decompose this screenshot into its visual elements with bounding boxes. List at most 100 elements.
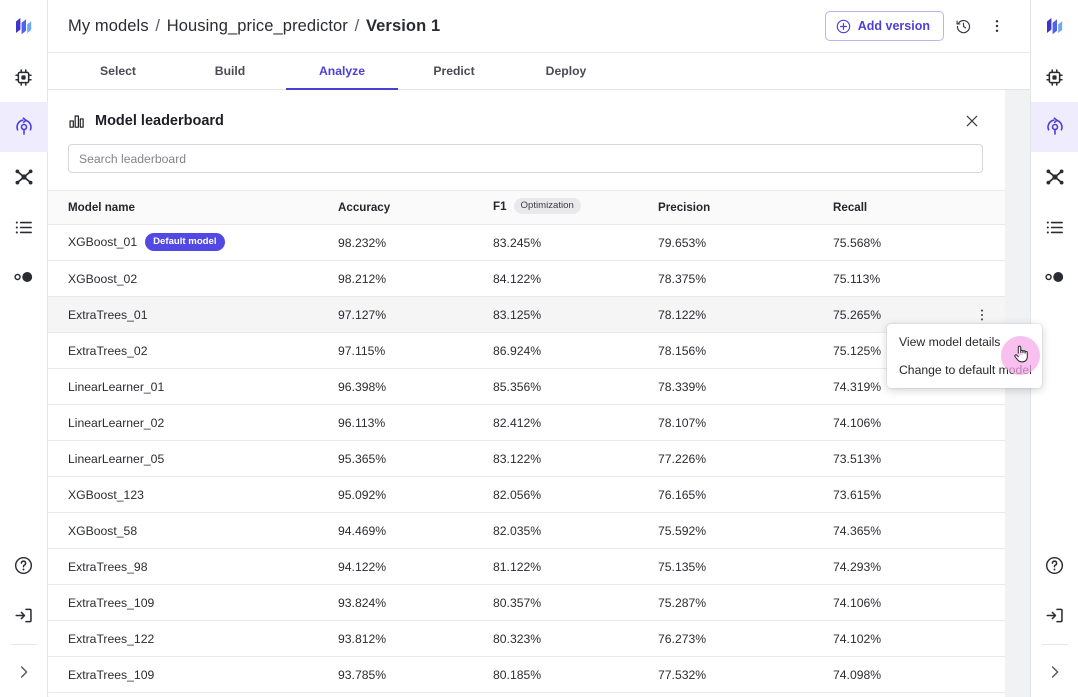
header-more-button[interactable]: [982, 11, 1012, 41]
sidebar-item-signout[interactable]: [0, 590, 48, 640]
chevron-right-icon: [16, 664, 32, 680]
cell-model-name: XGBoost_123: [48, 476, 338, 513]
add-version-button[interactable]: Add version: [824, 11, 944, 41]
table-row[interactable]: LinearLearner_01 96.398% 85.356% 78.339% 74.…: [48, 368, 1005, 405]
cell-model-name: ExtraTrees_01: [48, 296, 338, 333]
cell-accuracy: 97.127%: [338, 296, 493, 333]
model-leaderboard-panel: Model leaderboard Search leaderboard Mod…: [48, 90, 1005, 697]
leaderboard-table-container[interactable]: Model name Accuracy F1 Optimization Precisio…: [48, 190, 1005, 697]
tab-analyze[interactable]: Analyze: [286, 53, 398, 90]
model-deploy-icon: [13, 116, 35, 138]
model-deploy-icon: [1044, 116, 1066, 138]
search-row: [48, 132, 1005, 173]
sidebar-item-datasets[interactable]: [0, 202, 48, 252]
page-header: My models / Housing_price_predictor / Ve…: [48, 0, 1030, 53]
cell-actions: [963, 260, 1005, 297]
context-menu-item-change-to-default-model[interactable]: Change to default model: [887, 356, 1042, 384]
sidebar-item-experiments[interactable]: [1031, 252, 1078, 302]
tab-predict[interactable]: Predict: [398, 53, 510, 89]
cell-accuracy: 98.232%: [338, 224, 493, 261]
cell-recall: 73.513%: [833, 440, 963, 477]
cell-precision: 76.273%: [658, 620, 833, 657]
sidebar-item-help[interactable]: [1031, 540, 1078, 590]
rail-divider: [10, 644, 37, 645]
cell-precision: 77.532%: [658, 656, 833, 693]
cell-accuracy: 93.812%: [338, 620, 493, 657]
column-header-f1[interactable]: F1 Optimization: [493, 190, 658, 225]
kebab-menu-icon: [975, 308, 989, 322]
cell-actions: [963, 404, 1005, 441]
cell-precision: 75.287%: [658, 584, 833, 621]
sidebar-item-models[interactable]: [1030, 102, 1078, 152]
breadcrumb-version: Version 1: [365, 16, 441, 35]
row-menu-button[interactable]: [971, 304, 993, 326]
cell-actions: [963, 224, 1005, 261]
sidebar-item-expand[interactable]: [1031, 647, 1078, 697]
breadcrumb: My models / Housing_price_predictor / Ve…: [68, 17, 440, 36]
sidebar-item-pipelines[interactable]: [0, 152, 48, 202]
sidebar-item-compute[interactable]: [0, 52, 48, 102]
rail-divider: [1041, 644, 1068, 645]
model-name-text: ExtraTrees_109: [68, 667, 155, 682]
table-row[interactable]: LinearLearner_02 96.113% 82.412% 78.107% 74.…: [48, 404, 1005, 441]
model-name-text: ExtraTrees_01: [68, 307, 148, 322]
table-row[interactable]: ExtraTrees_02 97.115% 86.924% 78.156% 75.125…: [48, 332, 1005, 369]
version-history-button[interactable]: [948, 11, 978, 41]
table-row[interactable]: LinearLearner_05 95.365% 83.122% 77.226% 73.…: [48, 440, 1005, 477]
cell-precision: 78.107%: [658, 404, 833, 441]
tab-label: Analyze: [318, 64, 366, 78]
sidebar-item-help[interactable]: [0, 540, 48, 590]
table-row[interactable]: ExtraTrees_109 93.785% 80.185% 77.532% 74.09…: [48, 656, 1005, 693]
model-name-text: ExtraTrees_98: [68, 559, 148, 574]
breadcrumb-root[interactable]: My models: [68, 17, 149, 35]
column-header-recall[interactable]: Recall: [833, 190, 963, 225]
table-row[interactable]: ExtraTrees_122 93.812% 80.323% 76.273% 74.10…: [48, 620, 1005, 657]
plus-circle-icon: [836, 19, 851, 34]
row-context-menu[interactable]: View model details Change to default mode…: [887, 324, 1042, 388]
close-panel-button[interactable]: [961, 110, 983, 132]
tab-deploy[interactable]: Deploy: [510, 53, 622, 89]
sidebar-item-expand[interactable]: [0, 647, 48, 697]
history-clock-icon: [955, 18, 972, 35]
cell-actions: [963, 476, 1005, 513]
column-header-precision[interactable]: Precision: [658, 190, 833, 225]
cell-f1: 82.035%: [493, 512, 658, 549]
cell-accuracy: 97.115%: [338, 332, 493, 369]
context-menu-item-label: Change to default model: [899, 363, 1032, 377]
cell-f1: 80.185%: [493, 656, 658, 693]
table-row[interactable]: ExtraTrees_01 97.127% 83.125% 78.122% 75.265…: [48, 296, 1005, 333]
breadcrumb-model[interactable]: Housing_price_predictor: [167, 17, 348, 35]
cell-model-name: XGBoost_58: [48, 512, 338, 549]
column-header-model-name[interactable]: Model name: [48, 190, 338, 225]
table-row[interactable]: ExtraTrees_109 93.824% 80.357% 75.287% 74.10…: [48, 584, 1005, 621]
cell-recall: 74.293%: [833, 548, 963, 585]
table-row[interactable]: XGBoost_01 Default model 98.232% 83.245% 79.…: [48, 224, 1005, 261]
sidebar-item-datasets[interactable]: [1031, 202, 1078, 252]
sidebar-item-signout[interactable]: [1031, 590, 1078, 640]
table-row[interactable]: XGBoost_58 94.469% 82.035% 75.592% 74.365%: [48, 512, 1005, 549]
cell-model-name: XGBoost_01 Default model: [48, 224, 338, 261]
context-menu-item-view-model-details[interactable]: View model details: [887, 328, 1042, 356]
table-row[interactable]: ExtraTrees_98 94.122% 81.122% 75.135% 74.293…: [48, 548, 1005, 585]
bar-chart-icon: [68, 113, 85, 130]
search-input[interactable]: [68, 144, 983, 173]
tab-select[interactable]: Select: [62, 53, 174, 89]
tab-build[interactable]: Build: [174, 53, 286, 89]
chevron-right-icon: [1047, 664, 1063, 680]
column-header-accuracy[interactable]: Accuracy: [338, 190, 493, 225]
table-row[interactable]: XGBoost_02 98.212% 84.122% 78.375% 75.113%: [48, 260, 1005, 297]
model-name-text: ExtraTrees_122: [68, 631, 155, 646]
model-name-text: XGBoost_02: [68, 271, 138, 286]
sidebar-item-experiments[interactable]: [0, 252, 48, 302]
list-icon: [1044, 217, 1065, 238]
table-row[interactable]: XGBoost_123 95.092% 82.056% 76.165% 73.615%: [48, 476, 1005, 513]
sidebar-item-models[interactable]: [0, 102, 48, 152]
cell-accuracy: 96.398%: [338, 368, 493, 405]
sidebar-item-pipelines[interactable]: [1031, 152, 1078, 202]
list-icon: [13, 217, 34, 238]
cell-f1: 83.122%: [493, 440, 658, 477]
optimization-chip: Optimization: [513, 198, 581, 214]
cell-f1: 85.356%: [493, 368, 658, 405]
sidebar-item-compute[interactable]: [1031, 52, 1078, 102]
app-logo: [1031, 0, 1078, 52]
